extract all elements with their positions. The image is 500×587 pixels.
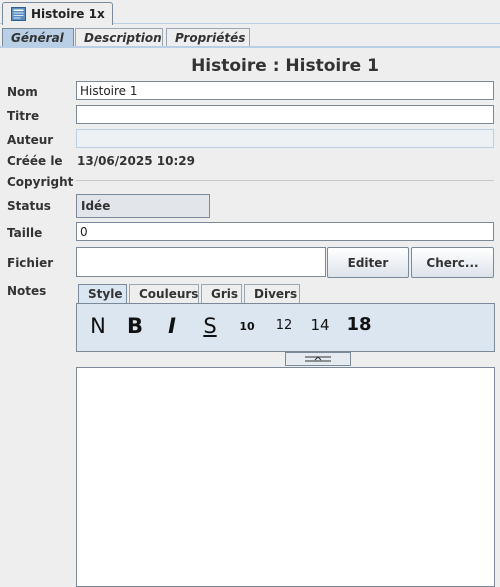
fichier-label: Fichier bbox=[7, 256, 54, 270]
document-icon bbox=[11, 7, 26, 21]
titre-label: Titre bbox=[7, 109, 40, 123]
tab-couleurs[interactable]: Couleurs bbox=[129, 284, 199, 303]
nom-label: Nom bbox=[7, 85, 38, 99]
notes-label: Notes bbox=[7, 284, 47, 298]
tab-gris[interactable]: Gris bbox=[201, 284, 242, 303]
notes-splitter[interactable] bbox=[285, 352, 351, 366]
copyright-separator bbox=[76, 180, 494, 181]
status-label: Status bbox=[7, 199, 51, 213]
close-tab-button[interactable]: x bbox=[97, 7, 105, 21]
style-toolbar: N B I S 10 12 14 18 bbox=[76, 303, 495, 352]
strike-style-button[interactable]: S bbox=[201, 314, 219, 342]
splitter-grip-icon bbox=[305, 356, 331, 362]
font-size-10-button[interactable]: 10 bbox=[237, 314, 257, 342]
tab-underline bbox=[0, 46, 500, 48]
taille-label: Taille bbox=[7, 226, 43, 240]
notes-editor[interactable] bbox=[76, 367, 495, 587]
status-select[interactable]: Idée bbox=[76, 194, 210, 218]
taille-input[interactable]: 0 bbox=[76, 222, 494, 241]
bold-style-button[interactable]: B bbox=[126, 314, 144, 342]
page-title: Histoire : Histoire 1 bbox=[191, 56, 379, 76]
italic-style-button[interactable]: I bbox=[164, 314, 180, 342]
font-size-12-button[interactable]: 12 bbox=[273, 314, 295, 342]
auteur-input bbox=[76, 129, 494, 148]
font-size-14-button[interactable]: 14 bbox=[308, 314, 332, 342]
document-tab-title: Histoire 1 bbox=[31, 7, 97, 21]
document-tab[interactable]: Histoire 1 x bbox=[2, 2, 113, 25]
chercher-button[interactable]: Cherc... bbox=[411, 247, 494, 278]
editer-button[interactable]: Editer bbox=[327, 247, 409, 278]
font-size-18-button[interactable]: 18 bbox=[345, 314, 373, 342]
fichier-input[interactable] bbox=[76, 247, 326, 277]
auteur-label: Auteur bbox=[7, 133, 54, 147]
creee-label: Créée le bbox=[7, 154, 63, 168]
normal-style-button[interactable]: N bbox=[89, 314, 107, 342]
nom-input[interactable]: Histoire 1 bbox=[76, 81, 494, 100]
copyright-label: Copyright bbox=[7, 175, 74, 189]
tab-general[interactable]: Général bbox=[2, 28, 74, 47]
tab-proprietes[interactable]: Propriétés bbox=[166, 28, 250, 47]
tab-style[interactable]: Style bbox=[78, 284, 127, 303]
tab-divers[interactable]: Divers bbox=[244, 284, 300, 303]
titre-input[interactable] bbox=[76, 105, 494, 124]
tab-description[interactable]: Description bbox=[75, 28, 163, 47]
creation-date-value: 13/06/2025 10:29 bbox=[77, 154, 195, 168]
